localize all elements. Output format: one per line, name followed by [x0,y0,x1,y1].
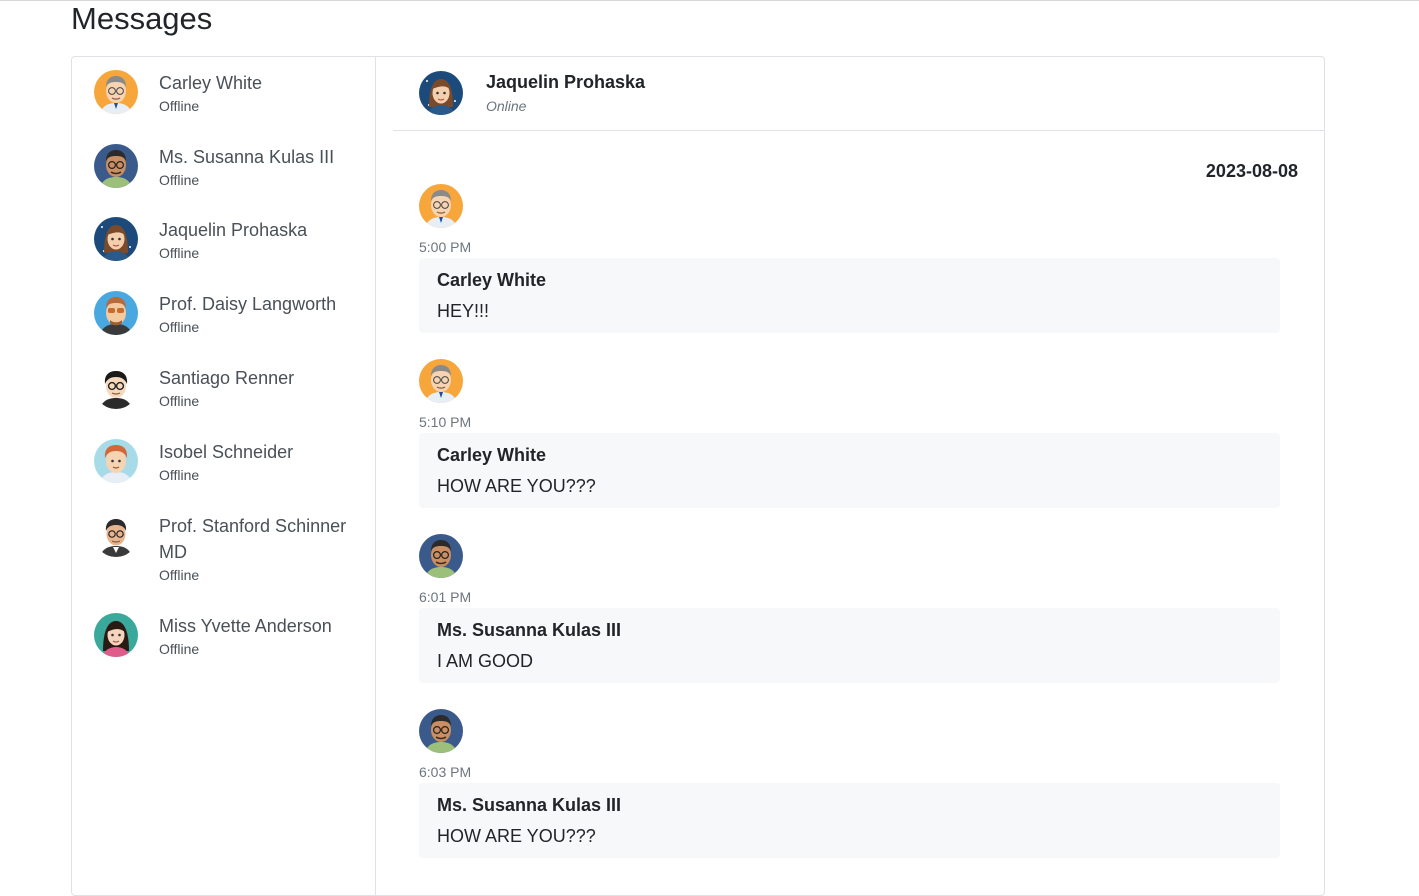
woman-dark-avatar-icon [94,613,138,657]
contact-list: Carley White Offline Ms. Susanna Kulas I… [72,57,376,895]
contact-name: Jaquelin Prohaska [159,220,308,240]
page-title: Messages [71,1,213,36]
message-text: HEY!!! [437,301,490,321]
message-time: 5:00 PM [419,239,472,255]
message-sender: Carley White [437,445,547,465]
contact-status: Offline [159,245,200,261]
avatar [94,217,138,261]
message-sender: Ms. Susanna Kulas III [437,795,622,815]
contact-item[interactable]: Jaquelin Prohaska Offline [94,204,364,261]
message-text: HOW ARE YOU??? [437,826,596,846]
contact-status: Offline [159,641,200,657]
message-bubble: Ms. Susanna Kulas III HOW ARE YOU??? [419,783,1280,858]
message-time: 5:10 PM [419,414,472,430]
avatar [419,71,463,115]
glasses-man-avatar-icon [419,184,463,228]
contact-status: Offline [159,172,200,188]
chat-header: Jaquelin Prohaska Online [393,57,1324,131]
message-bubble: Ms. Susanna Kulas III I AM GOOD [419,608,1280,683]
glasses-man-black-avatar-icon [94,365,138,409]
avatar [419,184,463,228]
contact-item[interactable]: Miss Yvette Anderson Offline [94,600,364,657]
messages-card: Carley White Offline Ms. Susanna Kulas I… [71,56,1325,896]
message-sender: Carley White [437,270,547,290]
avatar [419,534,463,578]
contact-name: Ms. Susanna Kulas III [159,147,335,167]
avatar [94,513,138,557]
contact-status: Offline [159,467,200,483]
message-time: 6:03 PM [419,764,472,780]
avatar [94,144,138,188]
message-sender: Ms. Susanna Kulas III [437,620,622,640]
contact-name: Santiago Renner [159,368,295,388]
contact-item[interactable]: Prof. Stanford Schinner MD Offline [94,500,364,583]
message-text: I AM GOOD [437,651,534,671]
contact-status: Offline [159,567,200,583]
contact-status: Offline [159,98,200,114]
date-separator: 2023-08-08 [1205,161,1298,181]
avatar [419,359,463,403]
glasses-man-avatar-icon [94,70,138,114]
message-time: 6:01 PM [419,589,472,605]
woman-brown-avatar-icon [419,71,463,115]
avatar [94,613,138,657]
chat-partner-name: Jaquelin Prohaska [486,72,646,92]
contact-name: Prof. Daisy Langworth [159,294,337,314]
message-bubble: Carley White HOW ARE YOU??? [419,433,1280,508]
contact-item[interactable]: Carley White Offline [94,57,364,114]
contact-item[interactable]: Isobel Schneider Offline [94,426,364,483]
top-divider [0,0,1419,1]
glasses-man-avatar-icon [419,359,463,403]
message-bubble: Carley White HEY!!! [419,258,1280,333]
contact-status: Offline [159,393,200,409]
contact-name: Carley White [159,73,263,93]
woman-brown-avatar-icon [94,217,138,261]
glasses-man-dark-avatar-icon [94,144,138,188]
contact-name: Prof. Stanford Schinner MD [159,516,347,562]
contact-name: Miss Yvette Anderson [159,616,332,636]
contact-name: Isobel Schneider [159,442,294,462]
contact-item[interactable]: Ms. Susanna Kulas III Offline [94,131,364,188]
chat-panel: Jaquelin Prohaska Online 2023-08-08 5:00… [376,57,1324,895]
contact-item[interactable]: Prof. Daisy Langworth Offline [94,278,364,335]
avatar [94,291,138,335]
avatar [94,439,138,483]
redhead-man-avatar-icon [94,439,138,483]
chat-partner-status: Online [486,98,527,114]
avatar [94,70,138,114]
glasses-man-dark-avatar-icon [419,709,463,753]
contact-status: Offline [159,319,200,335]
glasses-man-suit-avatar-icon [94,513,138,557]
glasses-man-dark-avatar-icon [419,534,463,578]
sunglasses-man-avatar-icon [94,291,138,335]
avatar [419,709,463,753]
avatar [94,365,138,409]
message-text: HOW ARE YOU??? [437,476,596,496]
contact-item[interactable]: Santiago Renner Offline [94,352,364,409]
